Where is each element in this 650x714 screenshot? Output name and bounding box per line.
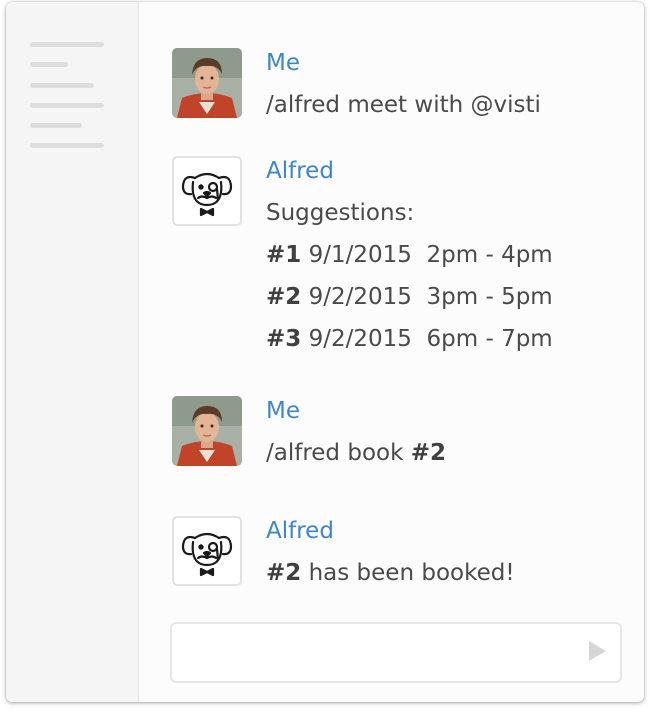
sidebar <box>6 2 139 702</box>
butler-dog-icon <box>181 532 233 577</box>
message-author[interactable]: Me <box>266 48 300 78</box>
message-text-bold: #2 <box>410 440 446 466</box>
chat-window: Me /alfred meet with @visti Alfred Sugge… <box>6 2 644 702</box>
message-text-plain: has been booked! <box>301 560 515 586</box>
butler-dog-icon <box>181 172 233 217</box>
message-text-bold: #2 <box>266 560 302 586</box>
suggestion-detail: 9/2/2015 6pm - 7pm <box>301 326 553 352</box>
suggestion-number: #3 <box>266 326 302 352</box>
message-author[interactable]: Alfred <box>266 516 334 546</box>
sidebar-item[interactable] <box>30 123 82 128</box>
suggestion-detail: 9/2/2015 3pm - 5pm <box>301 284 553 310</box>
message-author[interactable]: Me <box>266 396 300 426</box>
send-icon[interactable] <box>589 641 606 661</box>
message-text: #2 has been booked! <box>266 558 515 588</box>
sidebar-item[interactable] <box>30 143 104 148</box>
suggestion-number: #2 <box>266 284 302 310</box>
suggestion-item[interactable]: #2 9/2/2015 3pm - 5pm <box>266 282 553 312</box>
suggestion-item[interactable]: #3 9/2/2015 6pm - 7pm <box>266 324 553 354</box>
user-photo-icon <box>172 48 242 118</box>
user-avatar[interactable] <box>172 396 242 466</box>
bot-avatar[interactable] <box>172 516 242 586</box>
suggestion-item[interactable]: #1 9/1/2015 2pm - 4pm <box>266 240 553 270</box>
sidebar-item[interactable] <box>30 62 68 67</box>
message-text-plain: /alfred book <box>266 440 411 466</box>
message-input[interactable] <box>170 622 622 683</box>
suggestion-detail: 9/1/2015 2pm - 4pm <box>301 242 553 268</box>
user-photo-icon <box>172 396 242 466</box>
user-avatar[interactable] <box>172 48 242 118</box>
message-author[interactable]: Alfred <box>266 156 334 186</box>
sidebar-item[interactable] <box>30 103 104 108</box>
suggestion-number: #1 <box>266 242 302 268</box>
sidebar-item[interactable] <box>30 83 94 88</box>
message-text: Suggestions: <box>266 200 415 226</box>
message-text: /alfred book #2 <box>266 438 446 468</box>
sidebar-item[interactable] <box>30 42 104 47</box>
message-text: /alfred meet with @visti <box>266 92 541 118</box>
bot-avatar[interactable] <box>172 156 242 226</box>
